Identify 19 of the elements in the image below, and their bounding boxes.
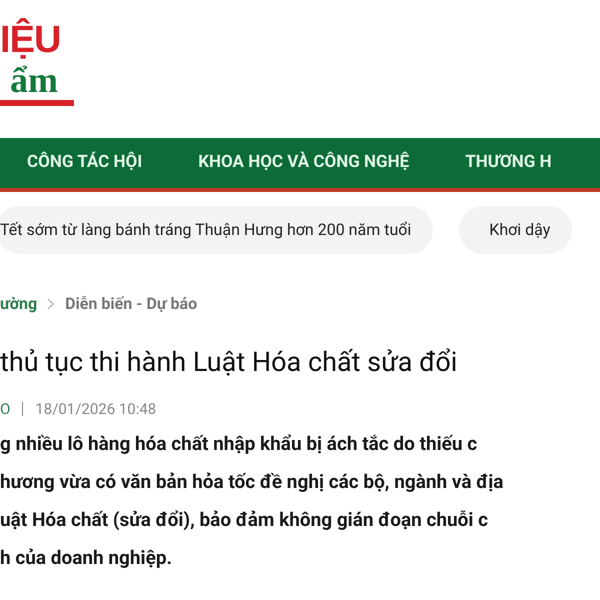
separator [22,402,24,416]
breadcrumb-link[interactable]: ường [0,292,38,316]
lead-text: g nhiều lô hàng hóa chất nhập khẩu bị ách tắc do thiếu c [0,430,478,456]
author-link[interactable]: O [0,398,10,420]
breadcrumb-link[interactable]: Diễn biến - Dự báo [65,292,198,316]
nav-link[interactable]: CÔNG TÁC HỘI [27,150,142,176]
publish-date: 18/01/2026 10:48 [35,399,156,420]
nav-link[interactable]: THƯƠNG H [465,150,552,176]
nav-link[interactable]: KHOA HỌC VÀ CÔNG NGHỆ [198,150,410,176]
lead-text: hương vừa có văn bản hỏa tốc đề nghị các bộ, ngành và địa [0,468,504,494]
site-logo[interactable]: IỆU ẩm [0,18,76,106]
trending-tag[interactable]: Khơi dậy [459,206,572,254]
chevron-icon [47,298,56,310]
trending-tag[interactable]: Tết sớm từ làng bánh tráng Thuận Hưng hơn 200 năm tuổi [0,206,434,254]
lead-text: h của doanh nghiệp. [0,544,174,570]
logo-text: ẩm [9,62,58,98]
article-title: thủ tục thi hành Luật Hóa chất sửa đổi [0,345,458,380]
lead-text: uật Hóa chất (sửa đổi), bảo đảm không gián đoạn chuỗi c [0,506,490,532]
logo-text: IỆU [0,18,60,62]
